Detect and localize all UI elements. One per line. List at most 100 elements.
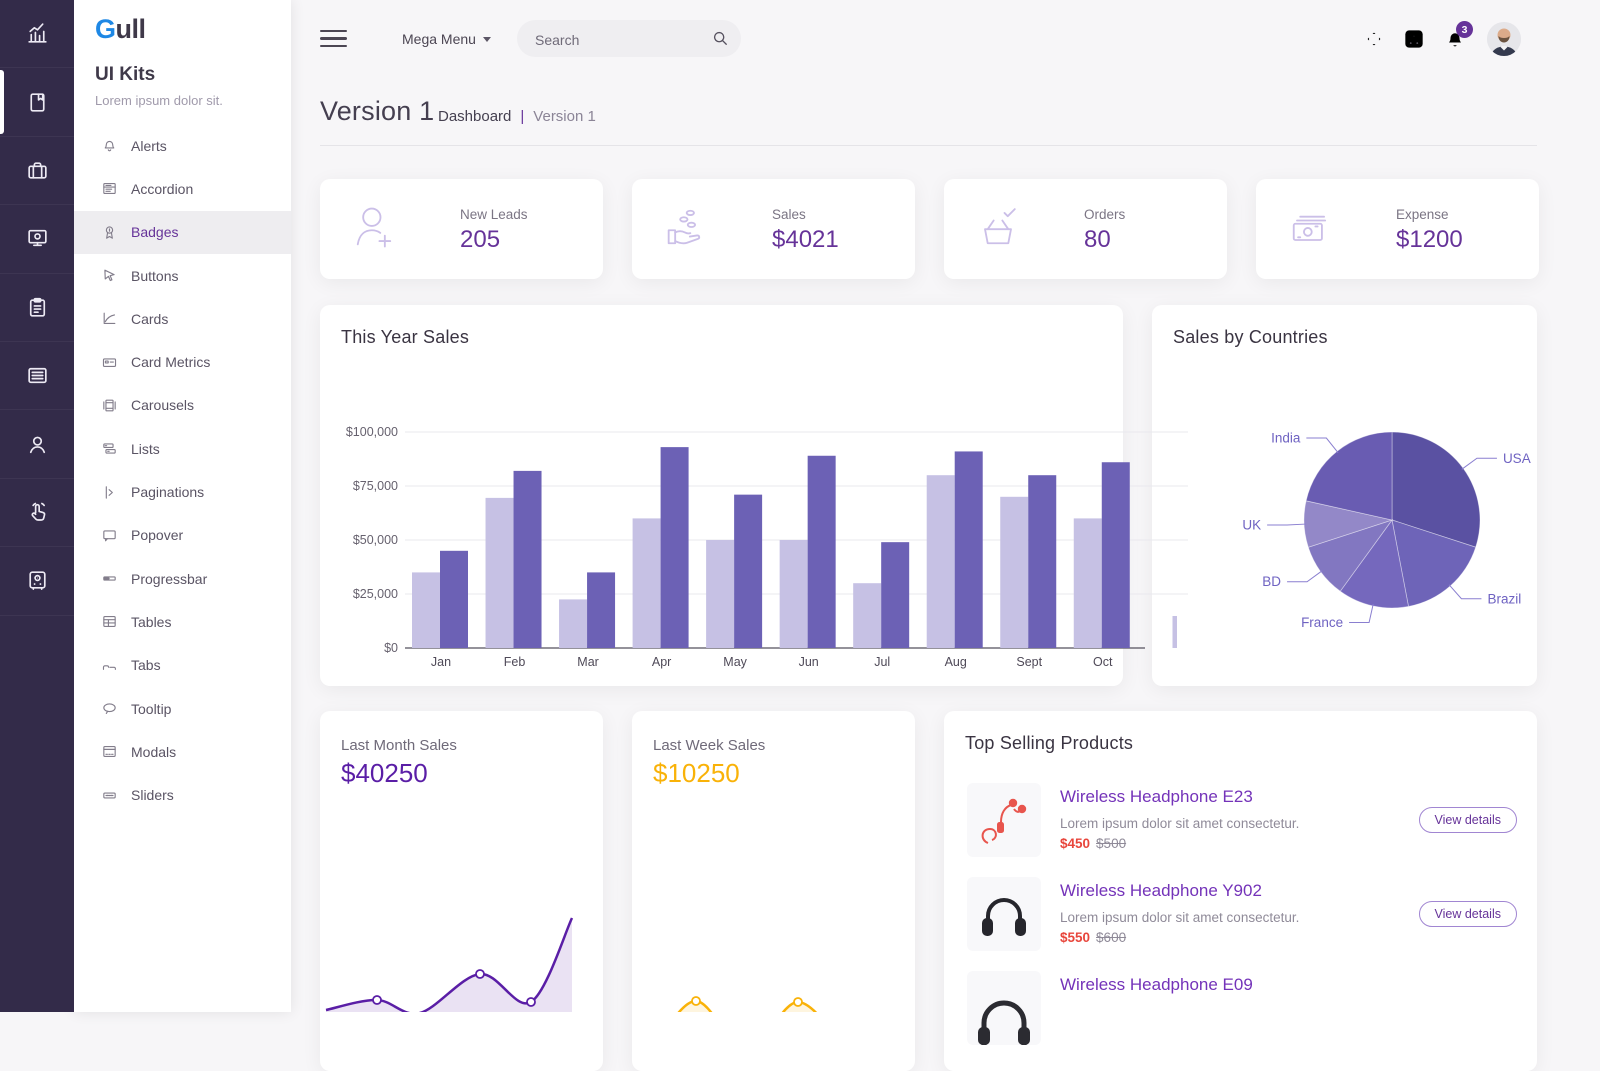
- rail-item-user[interactable]: [0, 410, 74, 478]
- view-details-button[interactable]: View details: [1419, 807, 1517, 833]
- apps-icon[interactable]: [1401, 26, 1427, 57]
- sidebar-item-sliders[interactable]: Sliders: [74, 773, 291, 816]
- user-avatar[interactable]: [1487, 22, 1521, 56]
- last-month-sales-value: $40250: [341, 758, 428, 789]
- mega-menu-button[interactable]: Mega Menu: [402, 31, 491, 47]
- breadcrumb-separator: |: [520, 108, 524, 125]
- product-name-link[interactable]: Wireless Headphone E23: [1060, 787, 1253, 807]
- sidebar-item-label: Progressbar: [131, 571, 207, 587]
- view-details-button[interactable]: View details: [1419, 901, 1517, 927]
- product-row: Wireless Headphone E09: [967, 971, 1517, 1055]
- brand-logo[interactable]: Gull: [95, 14, 146, 45]
- fullscreen-icon[interactable]: [1363, 28, 1385, 55]
- this-year-sales-bar-chart: $0$25,000$50,000$75,000$100,000JanFebMar…: [320, 305, 1190, 686]
- product-image-headphones-dark: [967, 971, 1041, 1045]
- sidebar-item-accordion[interactable]: Accordion: [74, 167, 291, 210]
- sidebar-item-tables[interactable]: Tables: [74, 600, 291, 643]
- metric-card-new-leads: New Leads205: [320, 179, 603, 279]
- notification-count-badge[interactable]: 3: [1456, 21, 1473, 38]
- clipboard-icon: [25, 295, 50, 320]
- sidebar-item-label: Tooltip: [131, 701, 171, 717]
- sidebar-item-tabs[interactable]: Tabs: [74, 644, 291, 687]
- header-divider: [320, 145, 1537, 146]
- sidebar-item-badges[interactable]: Badges: [74, 211, 291, 254]
- sidebar-item-popover[interactable]: Popover: [74, 514, 291, 557]
- svg-text:Jun: Jun: [799, 655, 819, 669]
- product-price-new: $450: [1060, 836, 1090, 851]
- svg-text:France: France: [1301, 615, 1343, 630]
- cursor-icon: [101, 267, 118, 284]
- touch-icon: [25, 500, 50, 525]
- product-description: Lorem ipsum dolor sit amet consectetur.: [1060, 910, 1299, 925]
- last-week-sales-label: Last Week Sales: [653, 737, 765, 754]
- pagination-icon: [101, 484, 118, 501]
- sidebar-item-label: Tables: [131, 614, 171, 630]
- rail-item-chart-column[interactable]: [0, 0, 74, 68]
- product-price: $450$500: [1060, 836, 1126, 851]
- product-name-link[interactable]: Wireless Headphone E09: [1060, 975, 1253, 995]
- svg-text:$25,000: $25,000: [353, 587, 398, 601]
- breadcrumb: Dashboard|Version 1: [438, 108, 596, 125]
- product-row: Wireless Headphone E23Lorem ipsum dolor …: [967, 783, 1517, 867]
- metric-card-sales: Sales$4021: [632, 179, 915, 279]
- sidebar-item-label: Sliders: [131, 787, 174, 803]
- search-icon[interactable]: [710, 28, 730, 48]
- svg-text:May: May: [723, 655, 747, 669]
- metric-label: Expense: [1396, 207, 1449, 222]
- product-name-link[interactable]: Wireless Headphone Y902: [1060, 881, 1262, 901]
- modal-icon: [101, 743, 118, 760]
- sidebar-item-carousels[interactable]: Carousels: [74, 384, 291, 427]
- badge-icon: [101, 224, 118, 241]
- sidebar-item-label: Carousels: [131, 397, 194, 413]
- popover-icon: [101, 527, 118, 544]
- sidebar-item-card-metrics[interactable]: Card Metrics: [74, 340, 291, 383]
- rail-item-safebox[interactable]: [0, 547, 74, 615]
- search-input[interactable]: [533, 20, 697, 59]
- slider-icon: [101, 787, 118, 804]
- sidebar-item-label: Buttons: [131, 268, 178, 284]
- chart-line-icon: [101, 310, 118, 327]
- product-price-new: $550: [1060, 930, 1090, 945]
- last-week-sales-value: $10250: [653, 758, 740, 789]
- sales-by-countries-pie-chart: USABrazilFranceBDUKIndia: [1152, 305, 1537, 686]
- menu-toggle-button[interactable]: [320, 30, 347, 52]
- svg-text:UK: UK: [1242, 517, 1261, 532]
- svg-text:Jul: Jul: [874, 655, 890, 669]
- monitor-icon: [25, 226, 50, 251]
- svg-text:Mar: Mar: [577, 655, 599, 669]
- metric-value: $1200: [1396, 226, 1463, 254]
- top-selling-products-title: Top Selling Products: [965, 733, 1133, 754]
- product-image-headphones-black: [967, 877, 1041, 951]
- sidebar-item-lists[interactable]: Lists: [74, 427, 291, 470]
- rail-item-news[interactable]: [0, 342, 74, 410]
- rail-item-briefcase[interactable]: [0, 137, 74, 205]
- svg-text:Apr: Apr: [652, 655, 671, 669]
- card-metrics-icon: [101, 354, 118, 371]
- rail-item-clipboard[interactable]: [0, 274, 74, 342]
- sidebar-item-progressbar[interactable]: Progressbar: [74, 557, 291, 600]
- mega-menu-label: Mega Menu: [402, 31, 476, 47]
- metric-value: 80: [1084, 226, 1111, 254]
- rail-item-book[interactable]: [0, 68, 74, 136]
- sidebar-item-label: Badges: [131, 224, 178, 240]
- breadcrumb-dashboard-link[interactable]: Dashboard: [438, 108, 511, 125]
- sidebar-item-paginations[interactable]: Paginations: [74, 470, 291, 513]
- sidebar-item-cards[interactable]: Cards: [74, 297, 291, 340]
- user-plus-icon: [348, 201, 400, 253]
- sidebar-item-modals[interactable]: Modals: [74, 730, 291, 773]
- svg-text:Sept: Sept: [1016, 655, 1042, 669]
- sidebar: Gull UI Kits Lorem ipsum dolor sit. Aler…: [74, 0, 291, 1012]
- rail-item-monitor[interactable]: [0, 205, 74, 273]
- sidebar-item-alerts[interactable]: Alerts: [74, 124, 291, 167]
- sidebar-item-tooltip[interactable]: Tooltip: [74, 687, 291, 730]
- sidebar-item-label: Alerts: [131, 138, 167, 154]
- sidebar-item-label: Cards: [131, 311, 168, 327]
- user-icon: [25, 432, 50, 457]
- rail-item-touch[interactable]: [0, 479, 74, 547]
- sidebar-section-subtitle: Lorem ipsum dolor sit.: [95, 93, 223, 108]
- page-title: Version 1: [320, 96, 434, 127]
- sidebar-item-buttons[interactable]: Buttons: [74, 254, 291, 297]
- last-month-sales-label: Last Month Sales: [341, 737, 457, 754]
- metric-card-expense: Expense $1200: [1256, 179, 1539, 279]
- carousel-icon: [101, 397, 118, 414]
